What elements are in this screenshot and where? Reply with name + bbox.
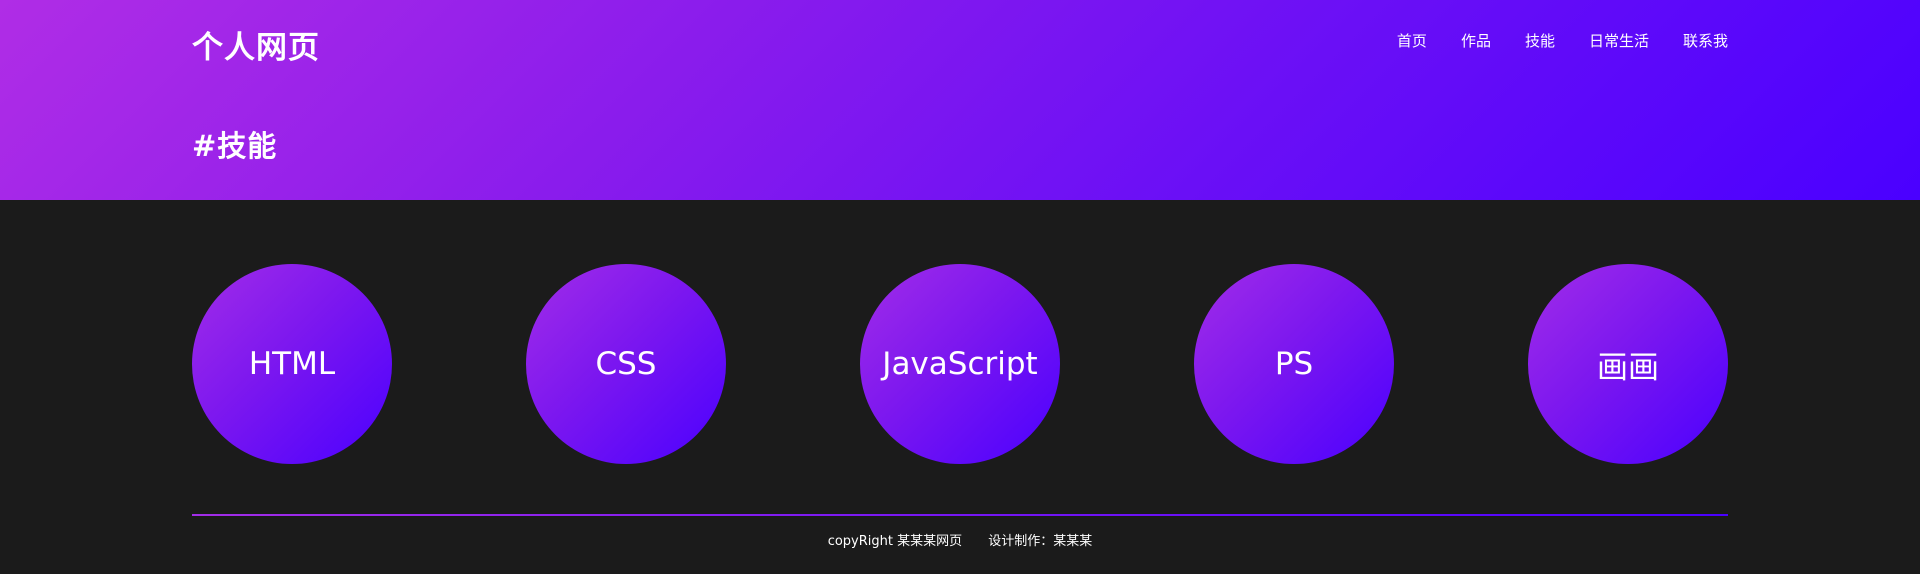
page-footer: copyRight 某某某网页 设计制作：某某某	[0, 530, 1920, 549]
skill-circle-ps[interactable]: PS	[1194, 264, 1394, 464]
designer-text: 设计制作：某某某	[988, 534, 1093, 549]
skill-label: HTML	[248, 346, 336, 382]
nav-item-daily-life[interactable]: 日常生活	[1589, 30, 1649, 51]
nav-item-works[interactable]: 作品	[1461, 30, 1491, 51]
skill-circle-css[interactable]: CSS	[526, 264, 726, 464]
skill-label: JavaScript	[882, 346, 1038, 382]
nav-item-skills[interactable]: 技能	[1525, 30, 1555, 51]
skill-label: 画画	[1597, 349, 1659, 386]
nav-item-contact[interactable]: 联系我	[1683, 30, 1728, 51]
skill-circle-drawing[interactable]: 画画	[1528, 264, 1728, 464]
skill-label: PS	[1274, 346, 1314, 382]
footer-divider	[192, 514, 1728, 516]
section-title: #技能	[192, 129, 278, 163]
nav-item-home[interactable]: 首页	[1397, 30, 1427, 51]
skills-list: HTML CSS JavaScript PS 画画	[192, 264, 1728, 464]
skill-label: CSS	[595, 346, 657, 382]
copyright-text: copyRight 某某某网页	[827, 534, 963, 549]
skill-circle-html[interactable]: HTML	[192, 264, 392, 464]
main-nav: 首页 作品 技能 日常生活 联系我	[1397, 30, 1728, 51]
page-header: 个人网页 首页 作品 技能 日常生活 联系我 #技能	[0, 0, 1920, 200]
skill-circle-javascript[interactable]: JavaScript	[860, 264, 1060, 464]
site-title: 个人网页	[192, 30, 320, 66]
